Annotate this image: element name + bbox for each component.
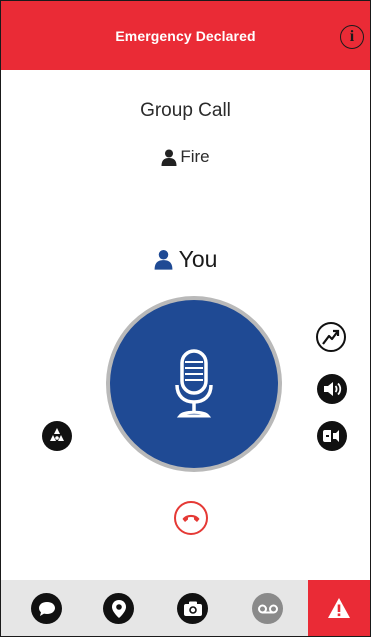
- map-group-icon: [50, 428, 64, 441]
- emergency-header: Emergency Declared i: [1, 1, 370, 70]
- bottom-toolbar: [1, 580, 370, 636]
- signal-trend-button[interactable]: [316, 322, 346, 352]
- chat-tab[interactable]: [31, 593, 62, 624]
- alert-triangle-icon: [328, 598, 350, 618]
- speaker-icon: [324, 382, 342, 396]
- signal-trend-icon: [322, 329, 340, 345]
- talker-person-icon: [154, 250, 172, 270]
- map-group-button[interactable]: [42, 421, 72, 451]
- location-pin-icon: [111, 599, 126, 618]
- earpiece-button[interactable]: [317, 421, 347, 451]
- voicemail-icon: [257, 604, 278, 613]
- app-screen: Emergency Declared i Group Call Fire You: [0, 0, 371, 637]
- talker-name: You: [178, 246, 218, 272]
- location-tab[interactable]: [103, 593, 134, 624]
- speaker-button[interactable]: [317, 374, 347, 404]
- group-name: Fire: [180, 147, 210, 166]
- earpiece-icon: [323, 430, 339, 442]
- emergency-tab[interactable]: [308, 580, 370, 636]
- camera-tab[interactable]: [177, 593, 208, 624]
- chat-icon: [38, 601, 55, 616]
- push-to-talk-button[interactable]: [110, 300, 278, 468]
- talker-row: You: [1, 246, 370, 273]
- end-call-button[interactable]: [174, 501, 208, 535]
- person-icon: [161, 149, 177, 166]
- group-row: Fire: [1, 147, 370, 167]
- camera-icon: [183, 601, 202, 616]
- header-title: Emergency Declared: [115, 27, 256, 44]
- info-icon[interactable]: i: [340, 25, 364, 49]
- microphone-icon: [175, 349, 213, 418]
- ptt-ring: [106, 296, 282, 472]
- phone-hangup-icon: [182, 514, 200, 522]
- call-type-label: Group Call: [140, 100, 231, 121]
- voicemail-tab[interactable]: [252, 593, 283, 624]
